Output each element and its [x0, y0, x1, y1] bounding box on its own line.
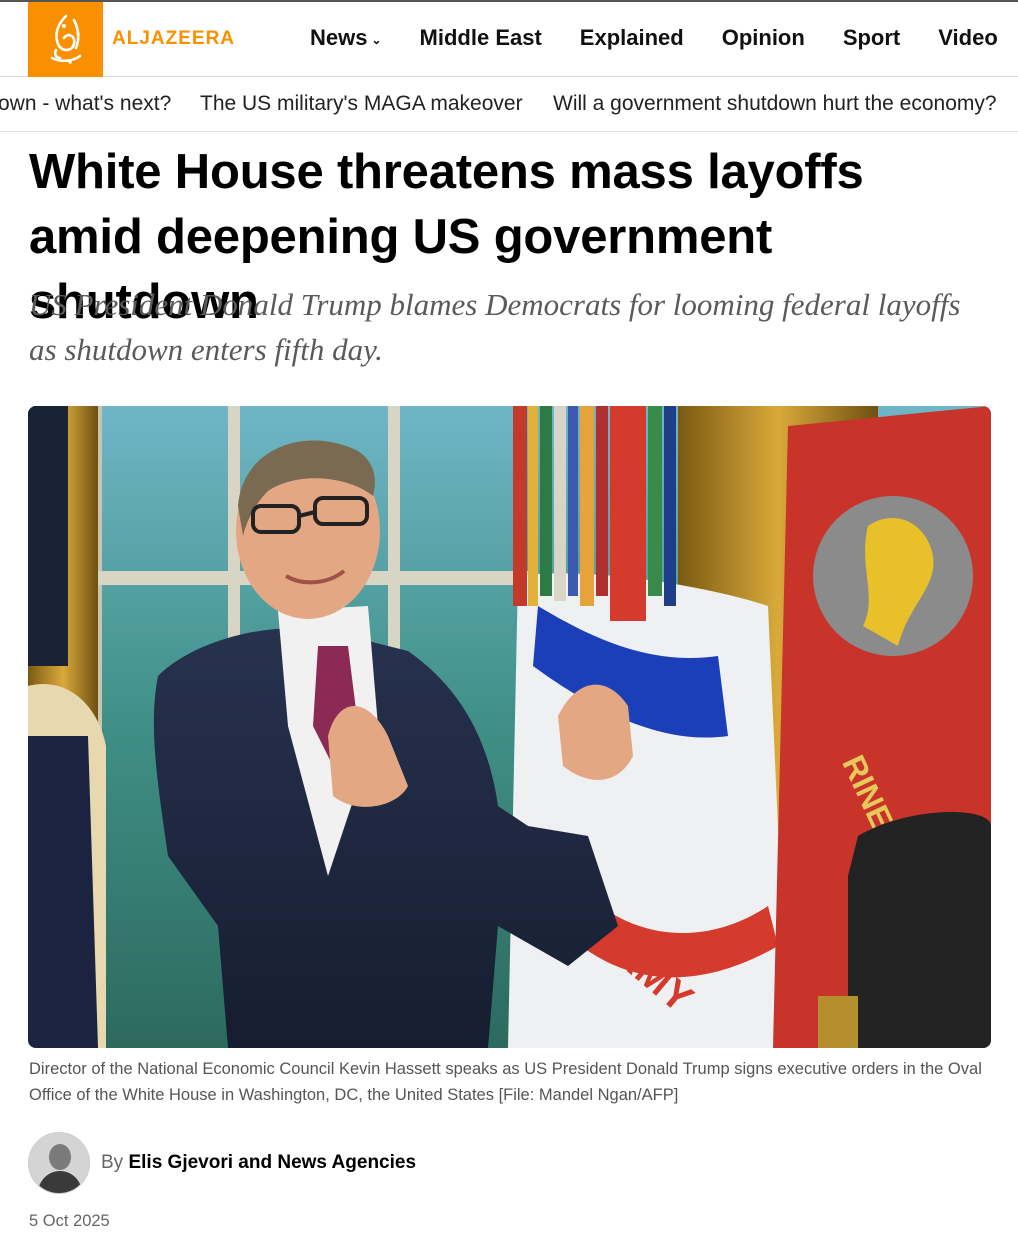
publish-date: 5 Oct 2025 [29, 1212, 110, 1230]
author-link[interactable]: Elis Gjevori and News Agencies [128, 1152, 416, 1173]
nav-item-middle-east[interactable]: Middle East [420, 25, 542, 51]
nav-item-label: Middle East [419, 25, 542, 50]
trending-link[interactable]: The US military's MAGA makeover [200, 92, 523, 116]
logo-wordmark[interactable]: ALJAZEERA [112, 28, 235, 50]
author-avatar[interactable] [28, 1132, 90, 1194]
trending-link[interactable]: own - what's next? [0, 92, 171, 116]
chevron-down-icon: ⌄ [371, 33, 382, 47]
byline-prefix: By [101, 1152, 124, 1173]
nav-item-label: Sport [842, 25, 901, 50]
photo-caption: Director of the National Economic Counci… [29, 1060, 982, 1104]
article-hero-photo[interactable]: ARMY RINE CO [28, 406, 991, 1048]
nav-item-opinion[interactable]: Opinion [722, 25, 805, 51]
nav-item-video[interactable]: Video [938, 25, 998, 51]
nav-item-label: Opinion [721, 25, 805, 50]
main-nav: News ⌄ Middle East Explained Opinion Spo… [310, 25, 1018, 51]
trending-link[interactable]: Will a government shutdown hurt the econ… [553, 92, 997, 116]
nav-item-news[interactable]: News ⌄ [310, 25, 382, 51]
nav-item-sport[interactable]: Sport [843, 25, 900, 51]
nav-item-explained[interactable]: Explained [580, 25, 684, 51]
byline: By Elis Gjevori and News Agencies [101, 1152, 416, 1174]
nav-item-label: Video [938, 25, 998, 50]
aljazeera-logo-icon[interactable] [28, 2, 103, 77]
article-subhead: US President Donald Trump blames Democra… [29, 287, 961, 367]
nav-item-label: Explained [579, 25, 684, 50]
trending-bar: own - what's next? The US military's MAG… [0, 78, 1018, 132]
site-header: ALJAZEERA News ⌄ Middle East Explained O… [0, 2, 1018, 77]
nav-item-label: News [310, 25, 368, 50]
